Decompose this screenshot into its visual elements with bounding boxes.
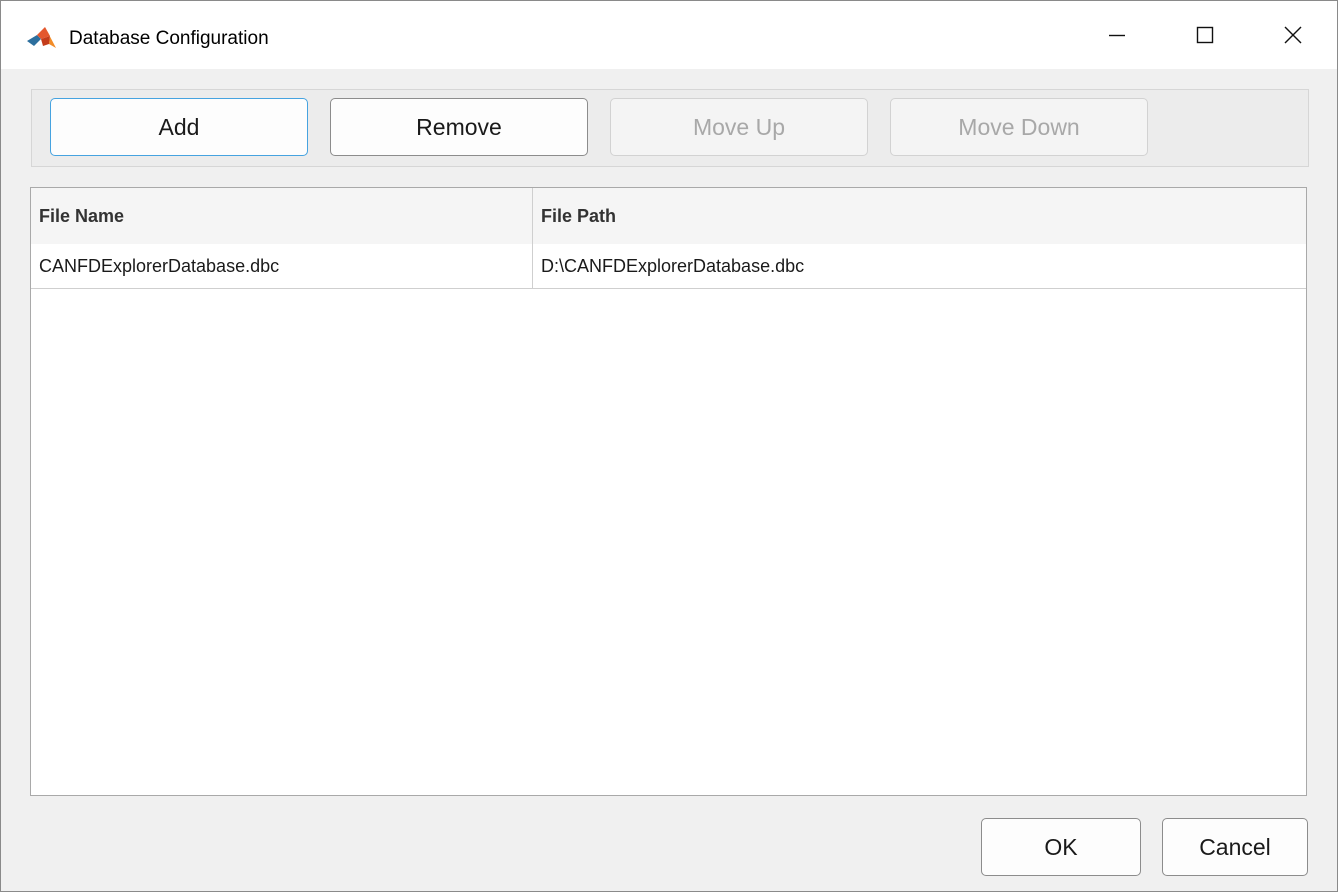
move-down-button[interactable]: Move Down <box>890 98 1148 156</box>
database-table[interactable]: File Name File Path CANFDExplorerDatabas… <box>30 187 1307 796</box>
close-icon <box>1284 26 1302 44</box>
database-configuration-dialog: Database Configuration Add Remove Move U… <box>0 0 1338 892</box>
maximize-icon <box>1196 26 1214 44</box>
window-title: Database Configuration <box>69 28 269 49</box>
column-header-file-name[interactable]: File Name <box>31 188 533 244</box>
move-up-button[interactable]: Move Up <box>610 98 868 156</box>
minimize-icon <box>1109 34 1125 37</box>
table-row[interactable]: CANFDExplorerDatabase.dbc D:\CANFDExplor… <box>31 244 1306 289</box>
cancel-button[interactable]: Cancel <box>1162 818 1308 876</box>
cell-file-path[interactable]: D:\CANFDExplorerDatabase.dbc <box>533 244 1306 288</box>
close-button[interactable] <box>1249 1 1337 69</box>
remove-button[interactable]: Remove <box>330 98 588 156</box>
ok-button[interactable]: OK <box>981 818 1141 876</box>
toolbar-panel: Add Remove Move Up Move Down <box>31 89 1309 167</box>
title-bar[interactable]: Database Configuration <box>1 1 1337 69</box>
column-header-file-path[interactable]: File Path <box>533 188 1306 244</box>
matlab-logo-icon <box>27 27 56 48</box>
minimize-button[interactable] <box>1073 1 1161 69</box>
maximize-button[interactable] <box>1161 1 1249 69</box>
add-button[interactable]: Add <box>50 98 308 156</box>
cell-file-name[interactable]: CANFDExplorerDatabase.dbc <box>31 244 533 288</box>
table-header: File Name File Path <box>31 188 1306 245</box>
